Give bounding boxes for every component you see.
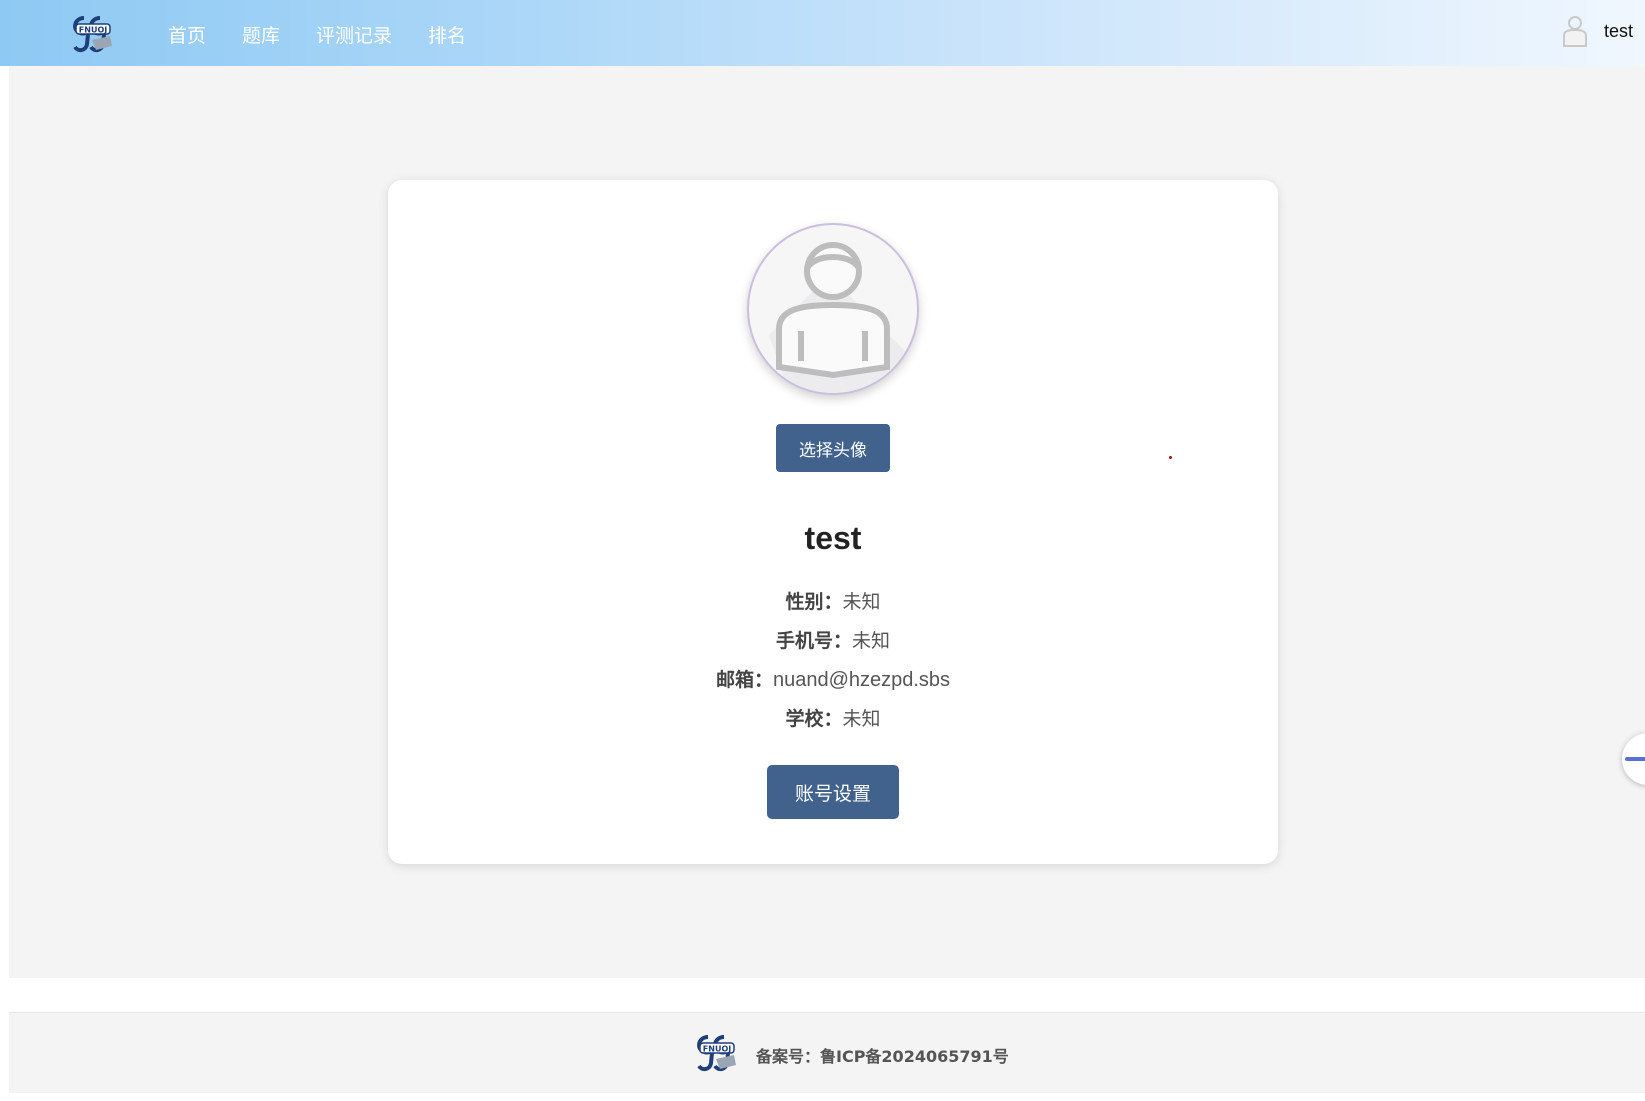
profile-card: 选择头像 test 性别：未知 手机号：未知 邮箱：nuand@hzezpd.s… [388,180,1278,864]
phone-value: 未知 [852,630,891,652]
nav-item-submissions[interactable]: 评测记录 [316,22,392,50]
nav-item-problems[interactable]: 题库 [242,22,280,50]
email-value: nuand@hzezpd.sbs [772,669,951,691]
red-dot [1169,456,1172,459]
profile-username: test [804,520,862,556]
gender-value: 未知 [842,591,881,613]
school-value: 未知 [842,708,881,730]
school-label: 学校： [785,708,843,730]
default-user-avatar-icon [769,242,917,393]
email-label: 邮箱： [715,669,773,691]
nav-item-home[interactable]: 首页 [168,22,206,50]
account-settings-button[interactable]: 账号设置 [767,765,899,819]
site-logo[interactable]: FNUOJ [70,14,116,54]
user-avatar-icon[interactable] [1560,14,1590,48]
user-name[interactable]: test [1604,21,1633,42]
email-row: 邮箱：nuand@hzezpd.sbs [388,666,1278,694]
footer: FNUOJ 备案号：鲁ICP备2024065791号 [9,1012,1645,1093]
nav-item-ranking[interactable]: 排名 [428,22,466,50]
choose-avatar-button[interactable]: 选择头像 [776,424,890,472]
user-menu[interactable]: test [1560,14,1633,48]
icp-record[interactable]: 备案号：鲁ICP备2024065791号 [756,1043,1009,1067]
gender-row: 性别：未知 [388,588,1278,616]
logo-text: FNUOJ [79,26,107,35]
minus-icon [1625,757,1645,761]
phone-row: 手机号：未知 [388,627,1278,655]
phone-label: 手机号： [775,630,852,652]
footer-logo: FNUOJ [694,1033,740,1073]
top-navbar: FNUOJ 首页 题库 评测记录 排名 test [0,0,1645,66]
gender-label: 性别： [785,591,843,613]
school-row: 学校：未知 [388,705,1278,733]
footer-logo-text: FNUOJ [703,1045,731,1054]
main-nav: 首页 题库 评测记录 排名 [168,22,466,50]
profile-avatar [747,223,919,395]
